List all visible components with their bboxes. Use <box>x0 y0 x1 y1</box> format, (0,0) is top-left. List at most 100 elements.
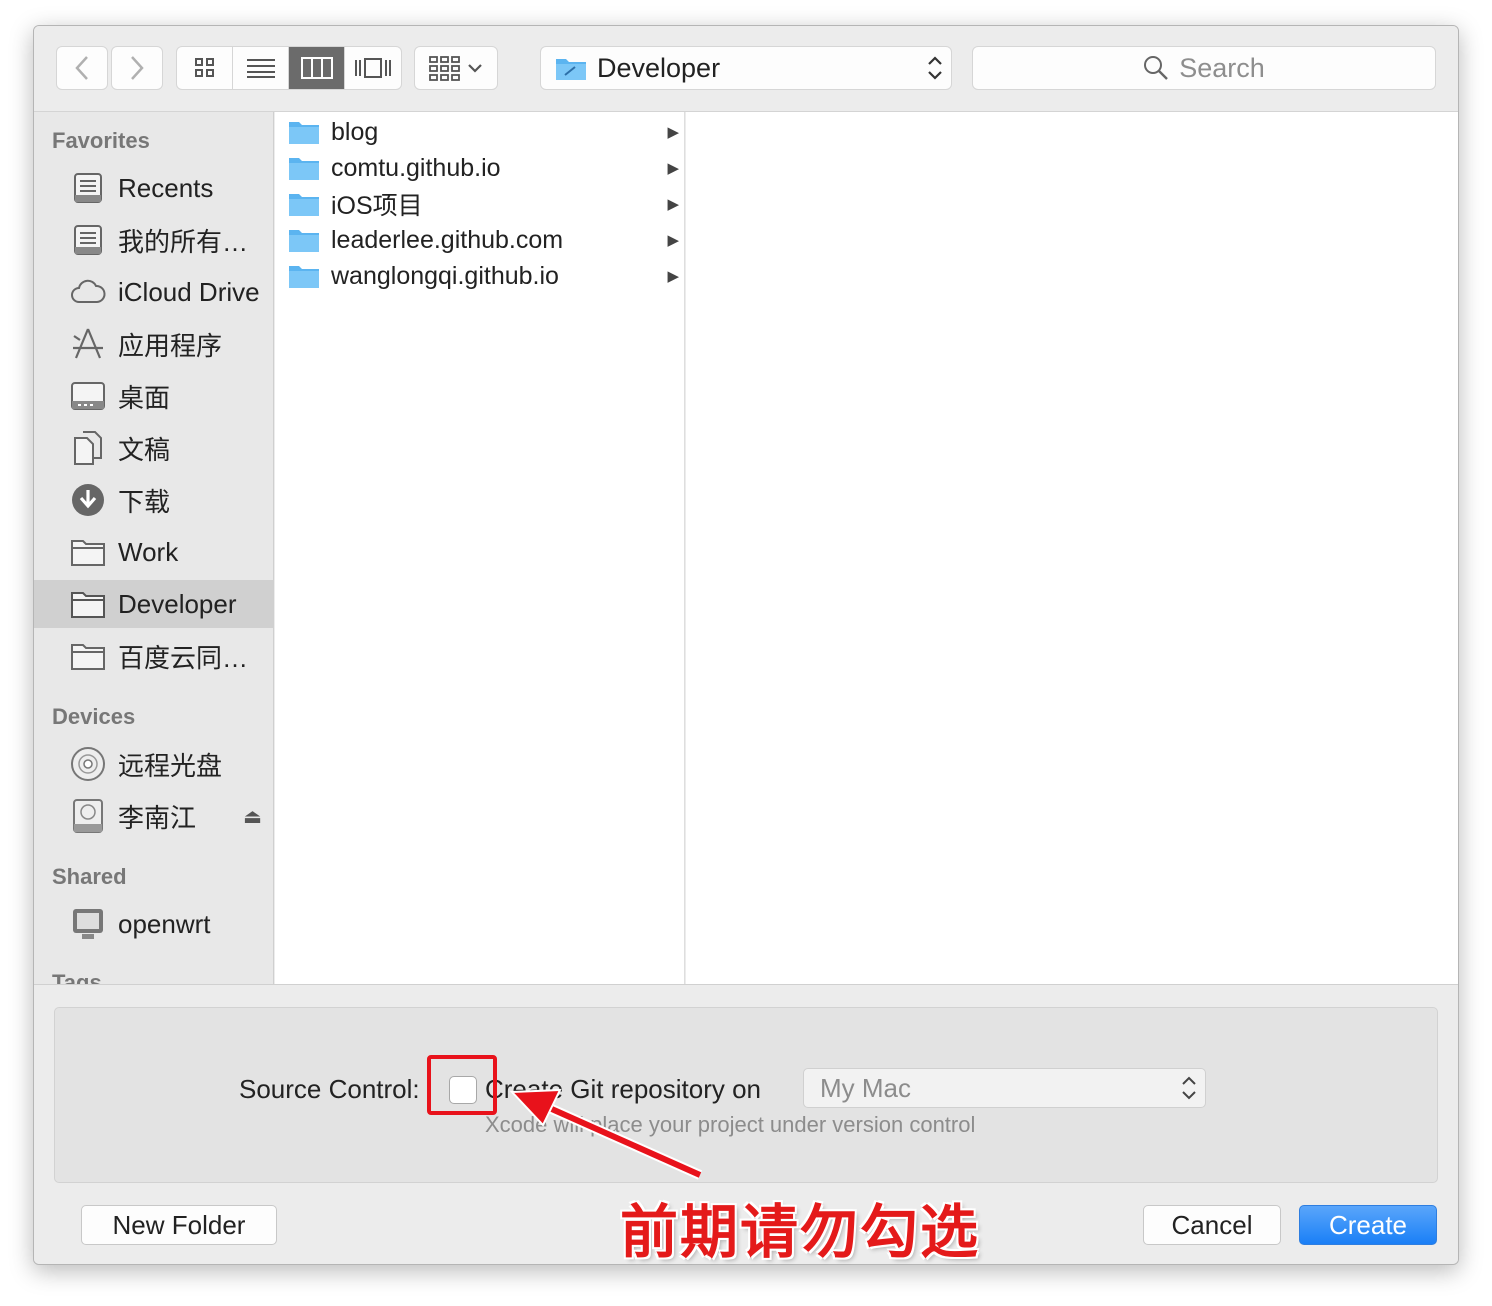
annotation-text: 前期请勿勾选 <box>620 1198 981 1266</box>
tags-section-title: Tags <box>52 970 102 984</box>
browser-column-2 <box>686 112 1458 984</box>
sidebar-item-label: Work <box>118 536 179 567</box>
list-item[interactable]: comtu.github.io ▶ <box>275 150 685 186</box>
arrange-grid-icon <box>429 56 460 81</box>
sidebar-item-applications[interactable]: 应用程序 <box>34 320 273 368</box>
sidebar-item-baidu-cloud[interactable]: 百度云同… <box>34 632 273 680</box>
sidebar-item-device-disk[interactable]: 李南江 ⏏ <box>34 792 273 840</box>
folder-icon <box>289 194 319 216</box>
all-files-icon <box>70 222 106 258</box>
list-item[interactable]: iOS项目 ▶ <box>275 186 685 222</box>
folder-icon <box>70 586 106 622</box>
search-icon <box>1144 56 1169 80</box>
sidebar: Favorites Recents 我的所有… iCloud Drive 应用程… <box>34 112 274 984</box>
applications-icon <box>70 326 106 362</box>
sidebar-item-all-my-files[interactable]: 我的所有… <box>34 216 273 264</box>
desktop-icon <box>70 378 106 414</box>
arrange-menu-button[interactable] <box>414 46 498 90</box>
chevron-down-icon <box>468 64 482 73</box>
folder-icon <box>289 266 319 288</box>
disclosure-arrow-icon: ▶ <box>667 196 679 213</box>
cover-flow-icon <box>355 58 391 78</box>
sidebar-item-label: 桌面 <box>118 382 171 413</box>
list-item[interactable]: wanglongqi.github.io ▶ <box>275 258 685 294</box>
recents-icon <box>70 170 106 206</box>
sidebar-item-label: 我的所有… <box>118 226 249 257</box>
documents-icon <box>70 430 106 466</box>
sidebar-item-desktop[interactable]: 桌面 <box>34 372 273 420</box>
create-git-repo-label[interactable]: Create Git repository on <box>485 1074 761 1105</box>
devices-section-title: Devices <box>52 704 136 729</box>
sidebar-item-icloud-drive[interactable]: iCloud Drive <box>34 268 273 316</box>
sidebar-item-label: openwrt <box>118 908 211 939</box>
up-down-chevron-icon <box>928 56 942 80</box>
toolbar: Developer Search <box>34 26 1458 112</box>
view-mode-segmented-control <box>176 46 402 90</box>
sidebar-item-label: 远程光盘 <box>118 750 223 781</box>
sidebar-item-downloads[interactable]: 下载 <box>34 476 273 524</box>
cover-flow-button[interactable] <box>345 47 401 89</box>
columns-icon <box>300 57 333 79</box>
sidebar-item-openwrt[interactable]: openwrt <box>34 900 273 948</box>
chevron-left-icon <box>75 56 88 80</box>
disclosure-arrow-icon: ▶ <box>667 160 679 177</box>
icon-view-button[interactable] <box>177 47 233 89</box>
sidebar-item-label: 李南江 <box>118 802 197 833</box>
browser-column-1: blog ▶ comtu.github.io ▶ iOS项目 ▶ leaderl… <box>275 112 685 984</box>
source-control-label: Source Control: <box>239 1074 420 1104</box>
create-button[interactable]: Create <box>1299 1205 1437 1245</box>
sidebar-item-documents[interactable]: 文稿 <box>34 424 273 472</box>
hard-drive-icon <box>70 798 106 834</box>
sidebar-item-label: 文稿 <box>118 434 171 465</box>
list-item[interactable]: blog ▶ <box>275 114 685 150</box>
new-folder-button[interactable]: New Folder <box>81 1205 277 1245</box>
column-view-button[interactable] <box>289 47 345 89</box>
git-location-value: My Mac <box>820 1072 911 1103</box>
sidebar-item-label: iCloud Drive <box>118 276 260 307</box>
computer-icon <box>70 906 106 942</box>
sidebar-item-developer[interactable]: Developer <box>34 580 273 628</box>
up-down-chevron-icon <box>1182 1076 1196 1100</box>
folder-icon <box>289 122 319 144</box>
disc-icon <box>70 746 106 782</box>
cloud-icon <box>70 274 106 310</box>
location-popup[interactable]: Developer <box>540 46 952 90</box>
grid-icon <box>194 58 214 77</box>
list-view-button[interactable] <box>233 47 289 89</box>
source-control-panel: Source Control: Create Git repository on… <box>54 1007 1438 1183</box>
item-label: iOS项目 <box>331 192 423 220</box>
forward-button[interactable] <box>111 46 163 90</box>
disclosure-arrow-icon: ▶ <box>667 124 679 141</box>
favorites-section-title: Favorites <box>52 128 150 153</box>
folder-icon <box>289 230 319 252</box>
folder-icon <box>70 534 106 570</box>
list-item[interactable]: leaderlee.github.com ▶ <box>275 222 685 258</box>
sidebar-item-recents[interactable]: Recents <box>34 164 273 212</box>
source-control-note: Xcode will place your project under vers… <box>485 1112 976 1137</box>
eject-icon[interactable]: ⏏ <box>243 804 262 829</box>
search-placeholder: Search <box>1179 52 1265 83</box>
sidebar-item-label: 应用程序 <box>118 330 223 361</box>
sidebar-item-remote-disc[interactable]: 远程光盘 <box>34 740 273 788</box>
list-icon <box>246 59 275 78</box>
sidebar-item-label: Recents <box>118 172 214 203</box>
disclosure-arrow-icon: ▶ <box>667 268 679 285</box>
back-button[interactable] <box>56 46 108 90</box>
sidebar-item-label: 下载 <box>118 486 171 517</box>
sidebar-item-label: Developer <box>118 588 237 619</box>
folder-icon <box>556 59 586 80</box>
cancel-button[interactable]: Cancel <box>1143 1205 1281 1245</box>
chevron-right-icon <box>131 56 144 80</box>
sidebar-item-label: 百度云同… <box>118 642 249 673</box>
save-dialog-window: Developer Search Favorites Recents 我的所有…… <box>33 25 1459 1265</box>
item-label: comtu.github.io <box>331 153 501 182</box>
disclosure-arrow-icon: ▶ <box>667 232 679 249</box>
folder-icon <box>70 638 106 674</box>
annotation-highlight-box <box>427 1055 497 1115</box>
search-field[interactable]: Search <box>972 46 1436 90</box>
folder-icon <box>289 158 319 180</box>
git-location-popup[interactable]: My Mac <box>803 1068 1206 1108</box>
shared-section-title: Shared <box>52 864 127 889</box>
sidebar-item-work[interactable]: Work <box>34 528 273 576</box>
item-label: blog <box>331 117 379 146</box>
